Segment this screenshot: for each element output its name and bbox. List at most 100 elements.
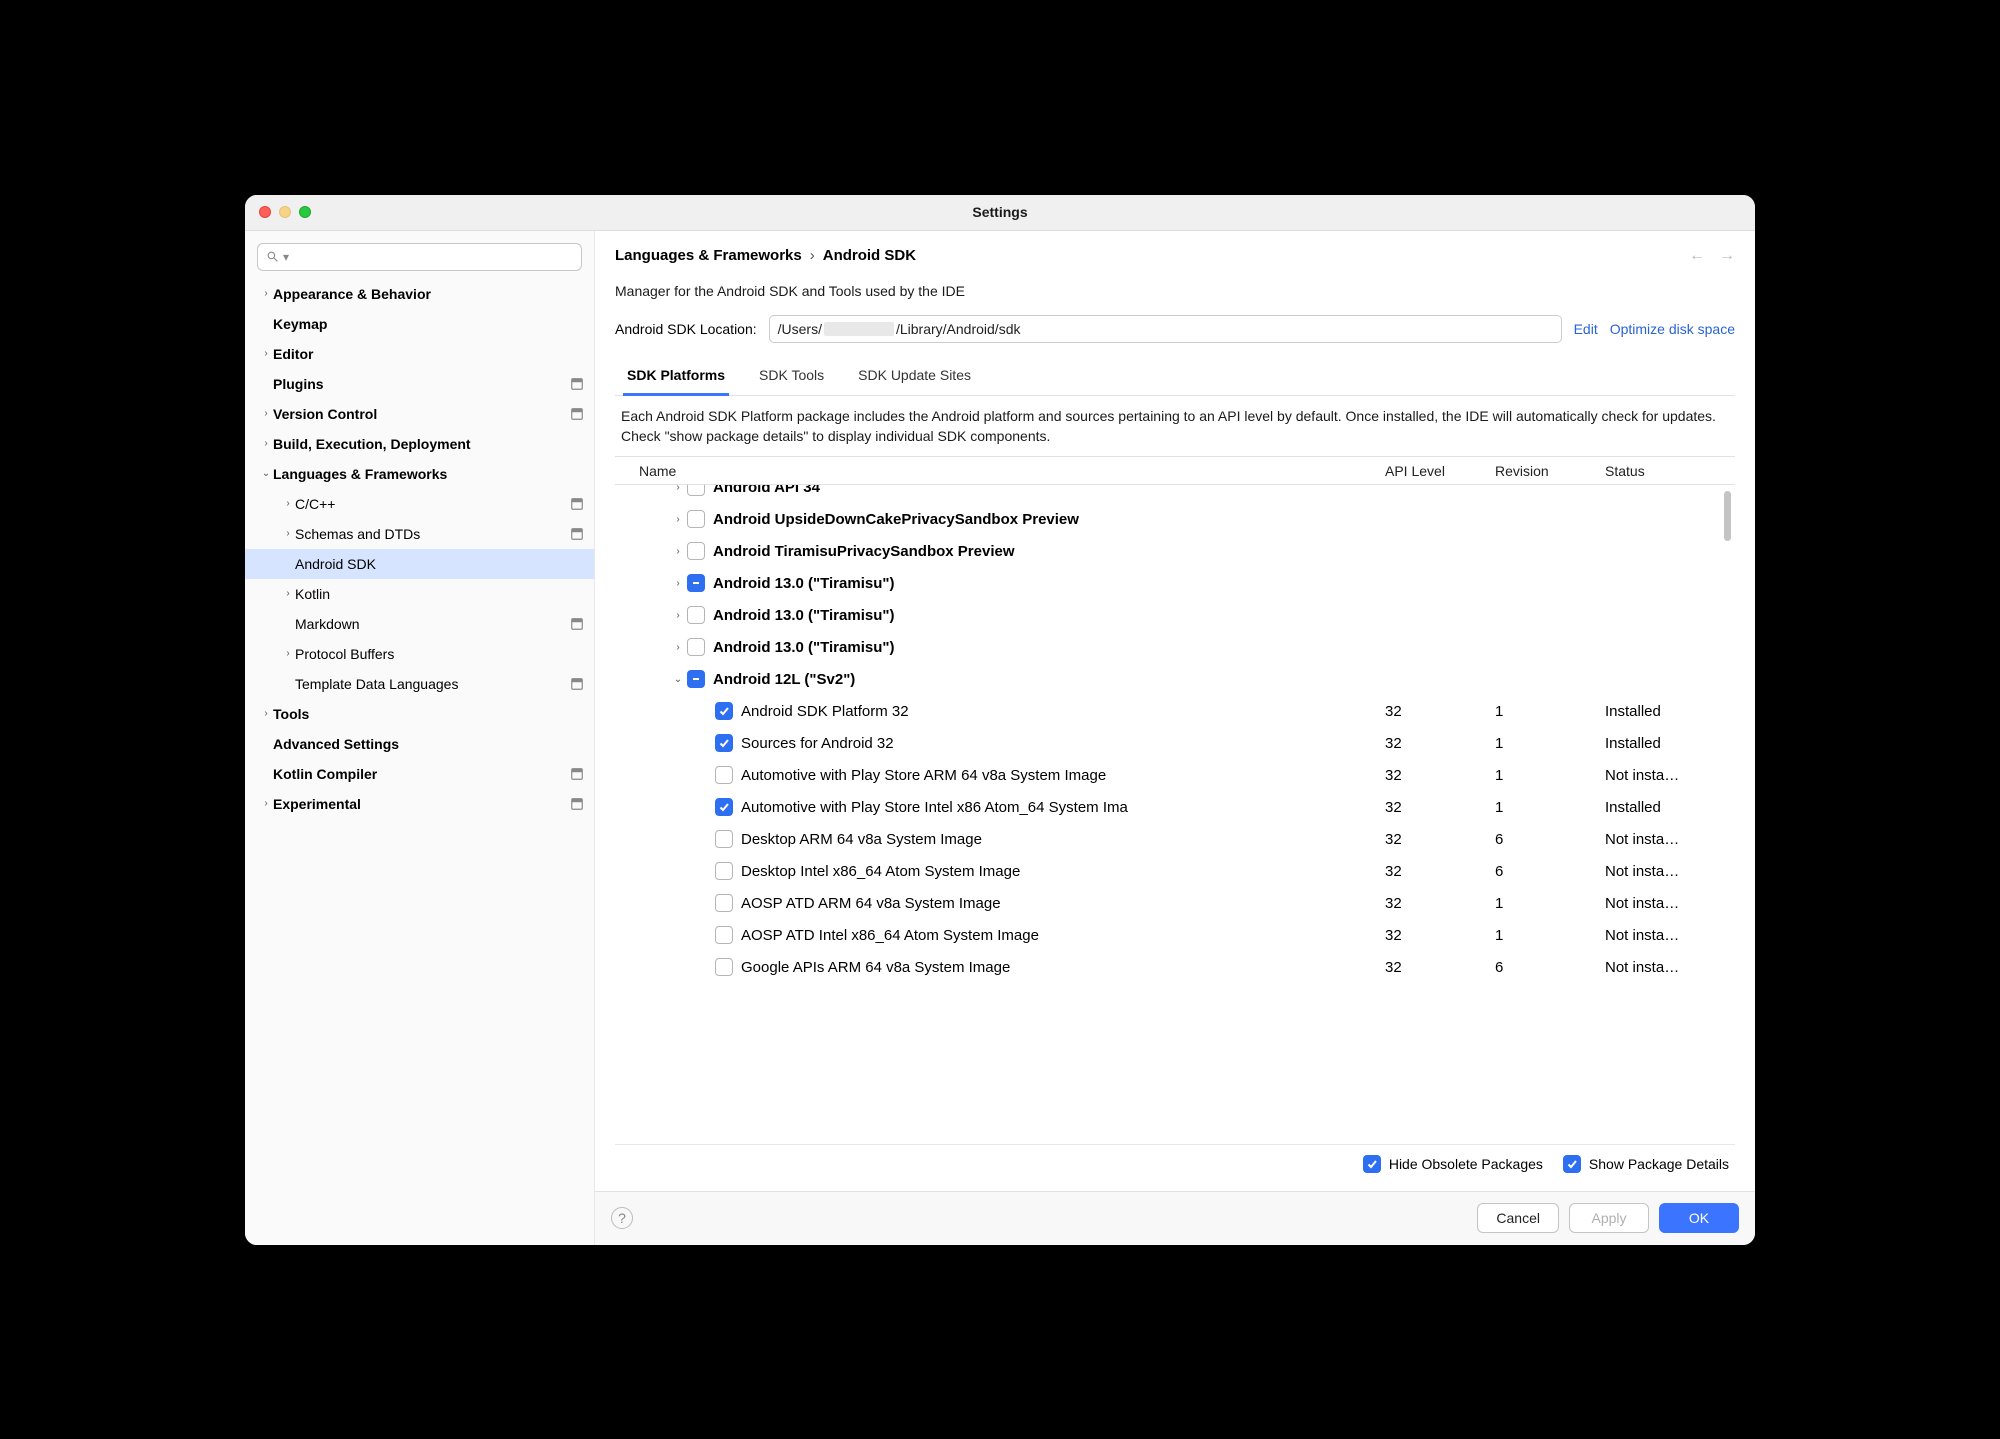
checkbox-checked-icon[interactable] xyxy=(715,798,733,816)
chevron-right-icon: › xyxy=(259,708,273,719)
sidebar-item[interactable]: ›Version Control xyxy=(245,399,594,429)
tab-sdk-tools[interactable]: SDK Tools xyxy=(755,359,828,395)
sidebar-item[interactable]: Template Data Languages xyxy=(245,669,594,699)
chevron-right-icon: › xyxy=(259,408,273,419)
sidebar-item-label: Experimental xyxy=(273,796,361,812)
sidebar-item-label: Keymap xyxy=(273,316,327,332)
checkbox-checked-icon[interactable] xyxy=(715,734,733,752)
row-status: Installed xyxy=(1605,799,1735,816)
checkbox-checked-icon[interactable] xyxy=(715,702,733,720)
chevron-right-icon: › xyxy=(281,528,295,539)
sidebar: ▾ ›Appearance & Behavior Keymap ›Editor Plu… xyxy=(245,231,595,1245)
sidebar-item[interactable]: Markdown xyxy=(245,609,594,639)
table-row[interactable]: ›Android 13.0 ("Tiramisu") xyxy=(615,599,1735,631)
sdk-location-field[interactable]: /Users/ /Library/Android/sdk xyxy=(769,315,1562,343)
sidebar-item-label: Plugins xyxy=(273,376,324,392)
sidebar-item[interactable]: Android SDK xyxy=(245,549,594,579)
table-row[interactable]: AOSP ATD ARM 64 v8a System Image321Not i… xyxy=(615,887,1735,919)
table-row[interactable]: Android SDK Platform 32321Installed xyxy=(615,695,1735,727)
sidebar-item[interactable]: ⌄Languages & Frameworks xyxy=(245,459,594,489)
chevron-right-icon: › xyxy=(281,648,295,659)
sidebar-item[interactable]: Kotlin Compiler xyxy=(245,759,594,789)
sidebar-item-label: Languages & Frameworks xyxy=(273,466,447,482)
sidebar-item[interactable]: ›Editor xyxy=(245,339,594,369)
project-level-icon xyxy=(570,497,584,511)
sidebar-item-label: Tools xyxy=(273,706,309,722)
row-name: Automotive with Play Store ARM 64 v8a Sy… xyxy=(741,767,1385,784)
apply-button[interactable]: Apply xyxy=(1569,1203,1649,1233)
checkbox-indeterminate-icon[interactable] xyxy=(687,574,705,592)
tab-sdk-platforms[interactable]: SDK Platforms xyxy=(623,359,729,396)
checkbox-empty-icon[interactable] xyxy=(687,485,705,496)
row-name: Desktop ARM 64 v8a System Image xyxy=(741,831,1385,848)
sidebar-item[interactable]: ›Protocol Buffers xyxy=(245,639,594,669)
checkbox-empty-icon[interactable] xyxy=(687,542,705,560)
checkbox-empty-icon[interactable] xyxy=(715,958,733,976)
checkbox-empty-icon[interactable] xyxy=(715,862,733,880)
row-api: 32 xyxy=(1385,799,1495,816)
table-row[interactable]: Google APIs ARM 64 v8a System Image326No… xyxy=(615,951,1735,983)
project-level-icon xyxy=(570,797,584,811)
row-api: 32 xyxy=(1385,927,1495,944)
chevron-down-icon: ⌄ xyxy=(259,468,273,479)
sidebar-item[interactable]: Keymap xyxy=(245,309,594,339)
checkbox-empty-icon[interactable] xyxy=(687,510,705,528)
chevron-right-icon: › xyxy=(259,288,273,299)
table-row[interactable]: Desktop Intel x86_64 Atom System Image32… xyxy=(615,855,1735,887)
sidebar-item[interactable]: Plugins xyxy=(245,369,594,399)
chevron-right-icon: › xyxy=(669,546,687,557)
sidebar-item-label: Version Control xyxy=(273,406,377,422)
sidebar-item[interactable]: Advanced Settings xyxy=(245,729,594,759)
table-row[interactable]: Desktop ARM 64 v8a System Image326Not in… xyxy=(615,823,1735,855)
cancel-button[interactable]: Cancel xyxy=(1477,1203,1559,1233)
checkbox-empty-icon[interactable] xyxy=(715,766,733,784)
table-row[interactable]: ›Android 13.0 ("Tiramisu") xyxy=(615,631,1735,663)
tab-sdk-update-sites[interactable]: SDK Update Sites xyxy=(854,359,975,395)
optimize-link[interactable]: Optimize disk space xyxy=(1610,321,1735,337)
sidebar-item[interactable]: ›Experimental xyxy=(245,789,594,819)
forward-icon[interactable]: → xyxy=(1719,247,1735,265)
checkbox-indeterminate-icon[interactable] xyxy=(687,670,705,688)
table-row[interactable]: AOSP ATD Intel x86_64 Atom System Image3… xyxy=(615,919,1735,951)
sidebar-item[interactable]: ›Tools xyxy=(245,699,594,729)
checkbox-empty-icon[interactable] xyxy=(687,638,705,656)
row-name: Automotive with Play Store Intel x86 Ato… xyxy=(741,799,1385,816)
chevron-right-icon: › xyxy=(281,498,295,509)
chevron-right-icon: › xyxy=(259,348,273,359)
hide-obsolete-checkbox[interactable]: Hide Obsolete Packages xyxy=(1363,1155,1543,1173)
checkbox-empty-icon[interactable] xyxy=(715,926,733,944)
table-row[interactable]: ›Android UpsideDownCakePrivacySandbox Pr… xyxy=(615,503,1735,535)
ok-button[interactable]: OK xyxy=(1659,1203,1739,1233)
checkbox-empty-icon[interactable] xyxy=(715,894,733,912)
table-row[interactable]: ›Android API 34 xyxy=(615,485,1735,503)
table-row[interactable]: Automotive with Play Store Intel x86 Ato… xyxy=(615,791,1735,823)
sidebar-item-label: Kotlin Compiler xyxy=(273,766,377,782)
checkbox-empty-icon[interactable] xyxy=(687,606,705,624)
row-rev: 1 xyxy=(1495,799,1605,816)
sidebar-item[interactable]: ›Schemas and DTDs xyxy=(245,519,594,549)
search-input[interactable]: ▾ xyxy=(257,243,582,271)
edit-link[interactable]: Edit xyxy=(1574,321,1598,337)
row-api: 32 xyxy=(1385,735,1495,752)
row-status: Installed xyxy=(1605,735,1735,752)
sidebar-item-label: Build, Execution, Deployment xyxy=(273,436,471,452)
row-rev: 1 xyxy=(1495,735,1605,752)
table-row[interactable]: Automotive with Play Store ARM 64 v8a Sy… xyxy=(615,759,1735,791)
help-icon[interactable]: ? xyxy=(611,1207,633,1229)
scrollbar[interactable] xyxy=(1724,491,1731,541)
sidebar-item[interactable]: ›Build, Execution, Deployment xyxy=(245,429,594,459)
table-row[interactable]: Sources for Android 32321Installed xyxy=(615,727,1735,759)
table-row[interactable]: ⌄Android 12L ("Sv2") xyxy=(615,663,1735,695)
show-package-details-checkbox[interactable]: Show Package Details xyxy=(1563,1155,1729,1173)
row-api: 32 xyxy=(1385,863,1495,880)
table-row[interactable]: ›Android TiramisuPrivacySandbox Preview xyxy=(615,535,1735,567)
back-icon[interactable]: ← xyxy=(1689,247,1705,265)
sidebar-item[interactable]: ›C/C++ xyxy=(245,489,594,519)
sdk-location-label: Android SDK Location: xyxy=(615,321,757,337)
checkbox-empty-icon[interactable] xyxy=(715,830,733,848)
sidebar-item[interactable]: ›Kotlin xyxy=(245,579,594,609)
sidebar-item-label: Template Data Languages xyxy=(295,676,458,692)
row-name: Android 13.0 ("Tiramisu") xyxy=(713,575,1385,592)
table-row[interactable]: ›Android 13.0 ("Tiramisu") xyxy=(615,567,1735,599)
sidebar-item[interactable]: ›Appearance & Behavior xyxy=(245,279,594,309)
